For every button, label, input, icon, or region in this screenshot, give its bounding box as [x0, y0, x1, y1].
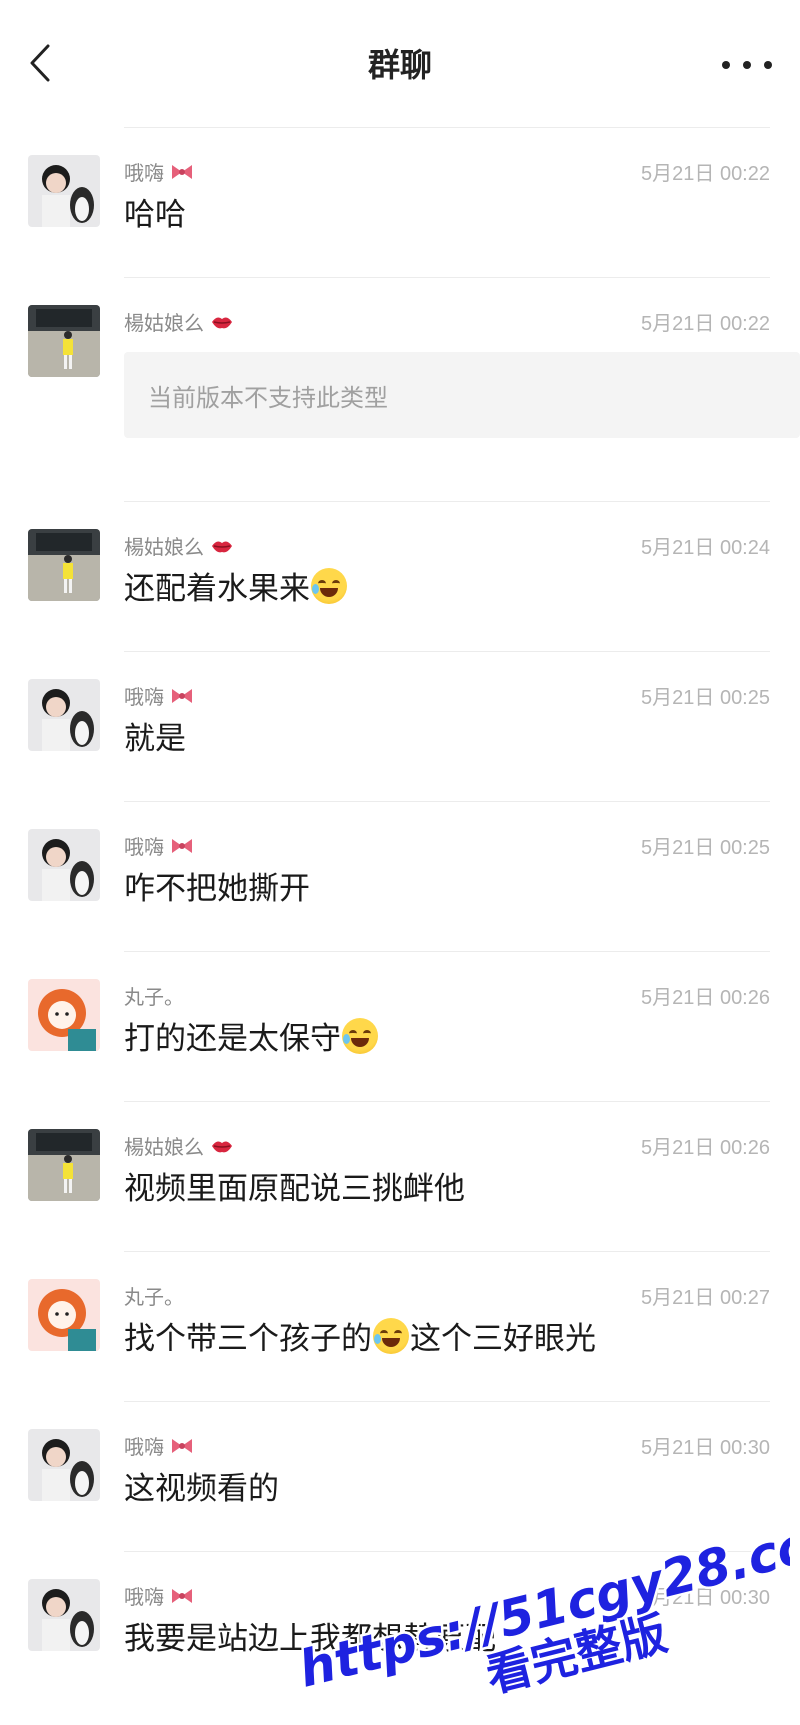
lips-icon — [212, 317, 232, 328]
sender-name: 哦嗨 — [124, 1431, 194, 1460]
message-item[interactable]: 楊姑娘么 5月21日 00:24 还配着水果来 — [0, 501, 800, 651]
message-item[interactable]: 哦嗨 5月21日 00:30 我要是站边上我都想替原配 — [0, 1551, 800, 1725]
rolling-laugh-emoji — [311, 567, 347, 604]
divider — [124, 1101, 770, 1102]
chat-page: 群聊 哦嗨 5月21日 00:22 哈哈 楊姑娘么 5月21日 00:22 当前… — [0, 0, 800, 1725]
top-bar: 群聊 — [0, 0, 800, 118]
message-item[interactable]: 楊姑娘么 5月21日 00:22 当前版本不支持此类型 — [0, 277, 800, 501]
sender-name: 哦嗨 — [124, 157, 194, 186]
girl-penguin-avatar — [28, 1579, 100, 1651]
divider — [124, 1551, 770, 1552]
message-item[interactable]: 哦嗨 5月21日 00:25 咋不把她撕开 — [0, 801, 800, 951]
bow-icon — [172, 1438, 192, 1453]
message-time: 5月21日 00:30 — [641, 1587, 770, 1609]
message-time: 5月21日 00:26 — [641, 1137, 770, 1159]
divider — [124, 501, 770, 502]
message-item[interactable]: 哦嗨 5月21日 00:30 这视频看的 — [0, 1401, 800, 1551]
avatar[interactable] — [28, 529, 100, 601]
girl-penguin-avatar — [28, 679, 100, 751]
chevron-left-icon — [30, 44, 50, 82]
message-time: 5月21日 00:27 — [641, 1287, 770, 1309]
sender-name: 哦嗨 — [124, 681, 194, 710]
street-photo-avatar — [28, 1129, 100, 1201]
bow-icon — [172, 838, 192, 853]
message-time: 5月21日 00:25 — [641, 837, 770, 859]
avatar[interactable] — [28, 1129, 100, 1201]
avatar[interactable] — [28, 155, 100, 227]
divider — [124, 1251, 770, 1252]
message-time: 5月21日 00:26 — [641, 987, 770, 1009]
tears-of-joy-emoji — [373, 1317, 409, 1354]
sender-name: 楊姑娘么 — [124, 1131, 234, 1160]
message-text: 还配着水果来 — [124, 563, 348, 608]
divider — [124, 951, 770, 952]
unsupported-message: 当前版本不支持此类型 — [124, 352, 800, 438]
message-text: 我要是站边上我都想替原配 — [124, 1621, 496, 1657]
lips-icon — [212, 1141, 232, 1152]
message-text: 这视频看的 — [124, 1471, 279, 1507]
street-photo-avatar — [28, 305, 100, 377]
bow-icon — [172, 1588, 192, 1603]
avatar[interactable] — [28, 979, 100, 1051]
message-text: 就是 — [124, 721, 186, 757]
message-text: 打的还是太保守 — [124, 1013, 379, 1058]
street-photo-avatar — [28, 529, 100, 601]
avatar[interactable] — [28, 305, 100, 377]
bow-icon — [172, 688, 192, 703]
back-button[interactable] — [22, 38, 62, 88]
bow-icon — [172, 164, 192, 179]
avatar[interactable] — [28, 1429, 100, 1501]
divider — [124, 127, 770, 128]
tears-of-joy-emoji — [342, 1017, 378, 1054]
sender-name: 哦嗨 — [124, 1581, 194, 1610]
sender-name: 丸子。 — [124, 985, 184, 1009]
more-button[interactable] — [722, 50, 772, 80]
sender-name: 丸子。 — [124, 1285, 184, 1309]
page-title: 群聊 — [367, 46, 432, 84]
divider — [124, 1401, 770, 1402]
avatar[interactable] — [28, 829, 100, 901]
girl-penguin-avatar — [28, 829, 100, 901]
message-item[interactable]: 丸子。 5月21日 00:26 打的还是太保守 — [0, 951, 800, 1101]
message-item[interactable]: 哦嗨 5月21日 00:25 就是 — [0, 651, 800, 801]
girl-penguin-avatar — [28, 155, 100, 227]
sender-name: 楊姑娘么 — [124, 531, 234, 560]
girl-penguin-avatar — [28, 1429, 100, 1501]
divider — [124, 277, 770, 278]
lips-icon — [212, 541, 232, 552]
message-text: 找个带三个孩子的 这个三好眼光 — [124, 1313, 596, 1358]
message-time: 5月21日 00:22 — [641, 163, 770, 185]
avatar[interactable] — [28, 1279, 100, 1351]
message-text: 哈哈 — [124, 197, 186, 233]
cartoon-girl-avatar — [28, 979, 100, 1051]
message-time: 5月21日 00:24 — [641, 537, 770, 559]
message-item[interactable]: 丸子。 5月21日 00:27 找个带三个孩子的 这个三好眼光 — [0, 1251, 800, 1401]
message-time: 5月21日 00:30 — [641, 1437, 770, 1459]
sender-name: 楊姑娘么 — [124, 307, 234, 336]
message-time: 5月21日 00:22 — [641, 313, 770, 335]
message-item[interactable]: 哦嗨 5月21日 00:22 哈哈 — [0, 127, 800, 277]
divider — [124, 801, 770, 802]
more-horizontal-icon — [722, 61, 730, 69]
avatar[interactable] — [28, 679, 100, 751]
message-time: 5月21日 00:25 — [641, 687, 770, 709]
cartoon-girl-avatar — [28, 1279, 100, 1351]
message-text: 视频里面原配说三挑衅他 — [124, 1171, 465, 1207]
message-item[interactable]: 楊姑娘么 5月21日 00:26 视频里面原配说三挑衅他 — [0, 1101, 800, 1251]
sender-name: 哦嗨 — [124, 831, 194, 860]
avatar[interactable] — [28, 1579, 100, 1651]
message-text: 咋不把她撕开 — [124, 871, 310, 907]
divider — [124, 651, 770, 652]
